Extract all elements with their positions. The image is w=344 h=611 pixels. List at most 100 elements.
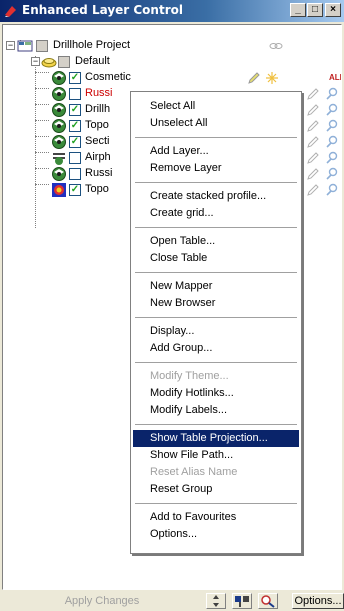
layer-visibility-checkbox[interactable]: ✓: [69, 184, 81, 196]
layer-label: Russi: [85, 167, 113, 179]
editable-pencil-icon[interactable]: [306, 167, 320, 181]
editable-pencil-icon[interactable]: [306, 151, 320, 165]
menu-item-new-browser[interactable]: New Browser: [133, 295, 299, 312]
layer-label: Drillh: [85, 103, 111, 115]
collapse-toggle[interactable]: −: [6, 41, 15, 50]
menu-item-label: New Mapper: [150, 280, 213, 292]
selectable-star-icon[interactable]: [265, 71, 279, 85]
link-icon[interactable]: [269, 39, 283, 53]
tree-row-project[interactable]: − Drillhole Project: [3, 38, 341, 54]
layer-visibility-checkbox[interactable]: [69, 168, 81, 180]
layer-type-icon: [52, 87, 66, 101]
menu-item-create-grid[interactable]: Create grid...: [133, 205, 299, 222]
hotlink-magnifier-icon[interactable]: [325, 183, 339, 197]
menu-item-label: Create grid...: [150, 207, 214, 219]
menu-item-reset-alias-name: Reset Alias Name: [133, 464, 299, 481]
apply-changes-button[interactable]: Apply Changes: [2, 593, 202, 609]
menu-item-label: Modify Labels...: [150, 404, 228, 416]
menu-item-options[interactable]: Options...: [133, 526, 299, 543]
menu-item-label: Open Table...: [150, 235, 216, 247]
menu-item-show-file-path[interactable]: Show File Path...: [133, 447, 299, 464]
layer-type-icon: [53, 153, 65, 165]
hotlink-magnifier-icon[interactable]: [325, 151, 339, 165]
editable-pencil-icon[interactable]: [306, 119, 320, 133]
editable-pencil-icon[interactable]: [306, 183, 320, 197]
minimize-button[interactable]: _: [290, 3, 306, 17]
menu-separator: [135, 362, 297, 363]
hotlink-magnifier-icon[interactable]: [325, 119, 339, 133]
menu-item-close-table[interactable]: Close Table: [133, 250, 299, 267]
layer-flags-button[interactable]: [232, 593, 252, 609]
window-title: Enhanced Layer Control: [22, 3, 183, 17]
menu-item-display[interactable]: Display...: [133, 323, 299, 340]
collapse-toggle[interactable]: −: [31, 57, 40, 66]
layer-visibility-checkbox[interactable]: [69, 88, 81, 100]
maximize-button[interactable]: □: [307, 3, 323, 17]
editable-pencil-icon[interactable]: [306, 87, 320, 101]
layer-visibility-checkbox[interactable]: ✓: [69, 72, 81, 84]
hotlink-magnifier-icon[interactable]: [325, 135, 339, 149]
group-checkbox[interactable]: [58, 56, 70, 68]
group-icon: [41, 58, 57, 68]
menu-item-remove-layer[interactable]: Remove Layer: [133, 160, 299, 177]
layer-label: Russi: [85, 87, 113, 99]
layer-visibility-checkbox[interactable]: ✓: [69, 120, 81, 132]
flag-icon: [235, 596, 249, 607]
menu-item-label: Close Table: [150, 252, 208, 264]
layer-label: Airph: [85, 151, 111, 163]
hotlink-magnifier-icon[interactable]: [325, 87, 339, 101]
menu-separator: [135, 137, 297, 138]
menu-item-label: Show File Path...: [150, 449, 234, 461]
menu-item-create-stacked-profile[interactable]: Create stacked profile...: [133, 188, 299, 205]
menu-item-label: Remove Layer: [150, 162, 222, 174]
label-all-badge[interactable]: ALL: [329, 73, 341, 82]
menu-item-select-all[interactable]: Select All: [133, 98, 299, 115]
layer-visibility-checkbox[interactable]: ✓: [69, 104, 81, 116]
group-label: Default: [75, 55, 110, 67]
menu-item-show-table-projection[interactable]: Show Table Projection...: [133, 430, 299, 447]
menu-item-label: Reset Alias Name: [150, 466, 238, 478]
hotlink-magnifier-icon[interactable]: [325, 167, 339, 181]
editable-pencil-icon[interactable]: [306, 135, 320, 149]
move-layer-button[interactable]: [206, 593, 226, 609]
status-bar: Apply Changes Options...: [0, 592, 344, 610]
close-button[interactable]: ×: [325, 3, 341, 17]
tree-row-layer[interactable]: ✓ Cosmetic ALL: [3, 70, 341, 86]
menu-item-modify-labels[interactable]: Modify Labels...: [133, 402, 299, 419]
menu-item-modify-hotlinks[interactable]: Modify Hotlinks...: [133, 385, 299, 402]
menu-item-label: Modify Theme...: [150, 370, 229, 382]
options-button[interactable]: Options...: [292, 593, 344, 609]
hotlink-magnifier-icon[interactable]: [325, 103, 339, 117]
project-checkbox[interactable]: [36, 40, 48, 52]
menu-item-unselect-all[interactable]: Unselect All: [133, 115, 299, 132]
context-menu: Select All Unselect All Add Layer... Remove…: [130, 91, 302, 554]
project-label: Drillhole Project: [53, 39, 131, 51]
menu-item-label: Add Group...: [150, 342, 213, 354]
menu-separator: [135, 503, 297, 504]
menu-item-add-group[interactable]: Add Group...: [133, 340, 299, 357]
layer-label: Cosmetic: [85, 71, 131, 83]
editable-pencil-icon[interactable]: [306, 103, 320, 117]
layer-type-icon: [52, 167, 66, 181]
tree-row-group[interactable]: − Default: [3, 54, 341, 70]
zoom-layer-button[interactable]: [258, 593, 278, 609]
zoom-icon: [261, 595, 275, 608]
menu-item-reset-group[interactable]: Reset Group: [133, 481, 299, 498]
layer-visibility-checkbox[interactable]: ✓: [69, 136, 81, 148]
menu-item-add-to-favourites[interactable]: Add to Favourites: [133, 509, 299, 526]
menu-item-open-table[interactable]: Open Table...: [133, 233, 299, 250]
app-icon: [5, 6, 16, 17]
layer-type-icon: [52, 119, 66, 133]
layer-label: Topo: [85, 183, 109, 195]
layer-visibility-checkbox[interactable]: [69, 152, 81, 164]
menu-item-new-mapper[interactable]: New Mapper: [133, 278, 299, 295]
menu-item-label: Add Layer...: [150, 145, 209, 157]
menu-separator: [135, 182, 297, 183]
title-bar[interactable]: Enhanced Layer Control _ □ ×: [0, 0, 344, 22]
menu-item-label: Reset Group: [150, 483, 213, 495]
menu-item-add-layer[interactable]: Add Layer...: [133, 143, 299, 160]
project-icon: [17, 40, 33, 52]
menu-item-label: Create stacked profile...: [150, 190, 267, 202]
editable-pencil-icon[interactable]: [247, 71, 261, 85]
layer-type-icon: [52, 71, 66, 85]
